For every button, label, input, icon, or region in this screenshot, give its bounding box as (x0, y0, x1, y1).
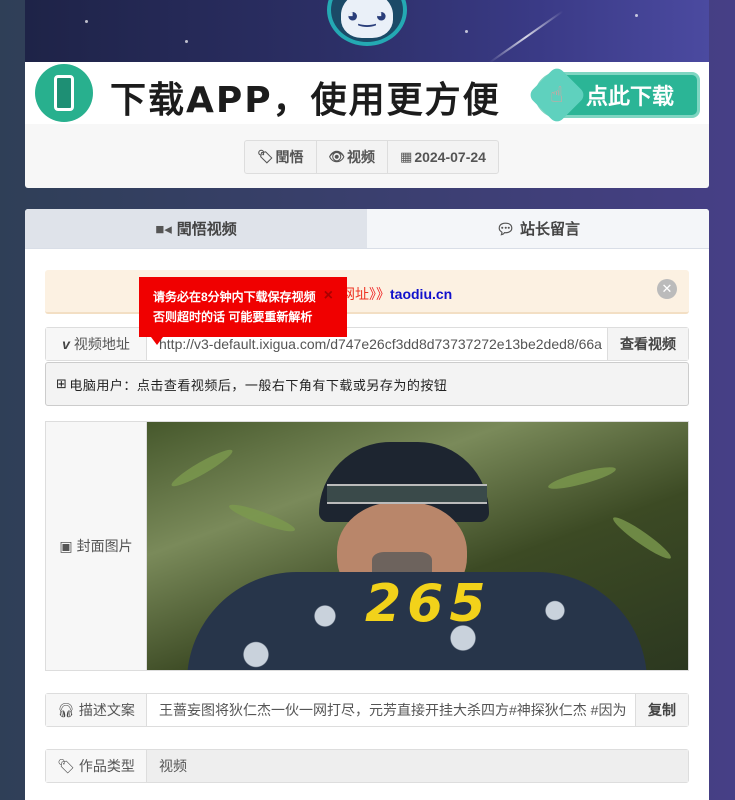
video-camera-icon: ■◂ (155, 220, 172, 238)
popup-line-1: 请务必在8分钟内下载保存视频 (153, 290, 316, 304)
shooting-star-decoration (488, 10, 564, 62)
cover-label-text: 封面图片 (76, 538, 133, 554)
work-type-row: 🏷︎ 作品类型 视频 (45, 749, 689, 783)
header-card: ◕‿◕ 下载APP，使用更方便 ☝ 点此下载 🏷︎ 閏悟 👁︎ 视频 ▦ 202… (25, 0, 709, 188)
calendar-icon: ▦ (400, 149, 413, 164)
vimeo-icon: v (62, 336, 70, 352)
eye-icon: 👁︎ (328, 149, 346, 164)
tab-video-label: 閏悟视频 (176, 221, 237, 238)
download-button[interactable]: ☝ 点此下载 (527, 65, 700, 125)
mascot-icon: ◕‿◕ (341, 0, 393, 38)
description-input[interactable]: 王蔷妄图将狄仁杰一伙一网打尽，元芳直接开挂大杀四方#神探狄仁杰 #因为 (147, 694, 635, 726)
tag-type[interactable]: 👁︎ 视频 (317, 141, 389, 173)
work-type-value: 视频 (147, 750, 688, 782)
desktop-hint: ⊞ 电脑用户：点击查看视频后，一般右下角有下载或另存为的按钮 (45, 362, 689, 406)
popup-close-icon[interactable]: × (324, 286, 333, 306)
cover-overlay-number: 265 (365, 574, 492, 634)
site-logo[interactable]: ◕‿◕ (327, 0, 407, 46)
tab-video[interactable]: ■◂ 閏悟视频 (25, 209, 367, 248)
description-row: 🎧︎ 描述文案 王蔷妄图将狄仁杰一伙一网打尽，元芳直接开挂大杀四方#神探狄仁杰 … (45, 693, 689, 727)
tag-icon: 🏷︎ (257, 149, 274, 164)
notice-text: 网址》》taodiu.cn (341, 284, 452, 304)
star-decoration (185, 40, 188, 43)
popup-line-2: 否则超时的话 可能要重新解析 (153, 310, 313, 324)
video-url-label: v 视频地址 (46, 328, 147, 360)
close-icon[interactable]: ✕ (657, 279, 677, 299)
cover-label: ▣ 封面图片 (46, 422, 147, 670)
phone-icon (35, 64, 93, 122)
description-label-text: 描述文案 (78, 702, 135, 718)
notice-domain-link[interactable]: taodiu.cn (390, 286, 452, 302)
desktop-hint-text: 电脑用户：点击查看视频后，一般右下角有下载或另存为的按钮 (69, 377, 448, 393)
tab-guestbook[interactable]: 💬︎ 站长留言 (367, 209, 709, 248)
video-url-label-text: 视频地址 (73, 336, 130, 352)
windows-icon: ⊞ (56, 376, 68, 391)
save-warning-popup: 请务必在8分钟内下载保存视频 否则超时的话 可能要重新解析 × (139, 277, 347, 345)
copy-button[interactable]: 复制 (635, 694, 688, 726)
tab-bar: ■◂ 閏悟视频 💬︎ 站长留言 (25, 209, 709, 249)
cover-image-row: ▣ 封面图片 265 (45, 421, 689, 671)
banner-text: 下载APP，使用更方便 (110, 80, 501, 121)
tag-date-label: 2024-07-24 (414, 149, 486, 165)
tag-type-label: 视频 (347, 149, 376, 165)
headphones-icon: 🎧︎ (57, 701, 75, 718)
notice-arrows: 》》 (369, 286, 390, 302)
image-icon: ▣ (59, 537, 73, 554)
hero-banner: ◕‿◕ (25, 0, 709, 62)
pointing-hand-icon: ☝ (527, 65, 587, 125)
main-card: ■◂ 閏悟视频 💬︎ 站长留言 网址》》taodiu.cn ✕ 请务必在8分钟内… (25, 209, 709, 800)
work-type-label-text: 作品类型 (78, 758, 135, 774)
download-button-label: 点此下载 (586, 85, 675, 110)
star-decoration (465, 30, 468, 33)
popup-tail (151, 337, 163, 345)
tab-guestbook-label: 站长留言 (520, 221, 581, 238)
tag-icon: 🏷︎ (57, 757, 75, 774)
meta-tags: 🏷︎ 閏悟 👁︎ 视频 ▦ 2024-07-24 (244, 140, 499, 174)
star-decoration (85, 20, 88, 23)
download-app-banner[interactable]: 下载APP，使用更方便 ☝ 点此下载 (25, 62, 709, 125)
tag-date[interactable]: ▦ 2024-07-24 (388, 141, 498, 173)
tag-author-label: 閏悟 (275, 149, 304, 165)
star-decoration (635, 14, 638, 17)
view-video-button[interactable]: 查看视频 (607, 328, 688, 360)
tag-author[interactable]: 🏷︎ 閏悟 (245, 141, 317, 173)
description-label: 🎧︎ 描述文案 (46, 694, 147, 726)
cover-image[interactable]: 265 (147, 422, 688, 670)
comment-icon: 💬︎ (495, 220, 516, 238)
work-type-label: 🏷︎ 作品类型 (46, 750, 147, 782)
